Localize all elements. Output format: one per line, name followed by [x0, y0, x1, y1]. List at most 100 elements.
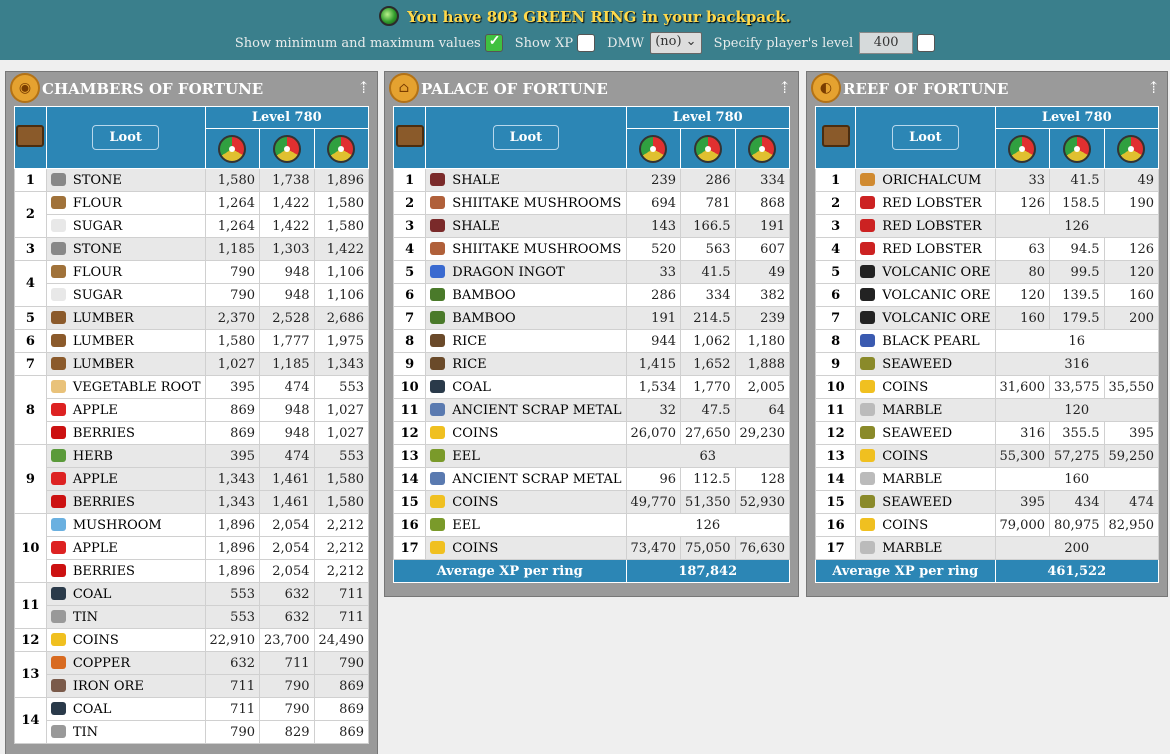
item-cell[interactable]: APPLE	[45, 467, 206, 491]
max-value: 869	[313, 720, 369, 744]
avg-value: 112.5	[680, 467, 736, 491]
item-cell[interactable]: VOLCANIC ORE	[855, 283, 996, 307]
item-cell[interactable]: EEL	[425, 444, 627, 468]
item-cell[interactable]: ORICHALCUM	[855, 168, 996, 192]
item-cell[interactable]: IRON ORE	[45, 674, 206, 698]
level-label: Specify player's level	[713, 35, 854, 51]
avg-value: 1,777	[259, 329, 315, 353]
item-cell[interactable]: SHIITAKE MUSHROOMS	[425, 191, 627, 215]
item-cell[interactable]: BERRIES	[45, 490, 206, 514]
table-row: 6 VOLCANIC ORE 120 139.5 160	[814, 283, 1159, 307]
max-value: 790	[313, 651, 369, 675]
loot-button[interactable]: Loot	[492, 125, 560, 150]
show-minmax-checkbox[interactable]	[484, 33, 503, 52]
item-cell[interactable]: MUSHROOM	[45, 513, 206, 537]
item-cell[interactable]: COINS	[855, 513, 996, 537]
item-cell[interactable]: VOLCANIC ORE	[855, 260, 996, 284]
item-icon	[430, 517, 446, 531]
item-cell[interactable]: SEAWEED	[855, 490, 996, 514]
item-icon	[860, 517, 876, 531]
min-value: 126	[994, 191, 1050, 215]
item-cell[interactable]: RED LOBSTER	[855, 237, 996, 261]
item-cell[interactable]: LUMBER	[45, 352, 206, 376]
item-cell[interactable]: ANCIENT SCRAP METAL	[425, 398, 627, 422]
max-value: 1,422	[313, 237, 369, 261]
item-cell[interactable]: FLOUR	[45, 260, 206, 284]
item-cell[interactable]: COAL	[45, 697, 206, 721]
item-cell[interactable]: COINS	[855, 375, 996, 399]
item-name: EEL	[452, 448, 480, 464]
item-name: COINS	[882, 448, 929, 464]
pin-icon[interactable]: ⇡	[1147, 80, 1160, 96]
loot-button[interactable]: Loot	[92, 125, 159, 150]
item-cell[interactable]: APPLE	[45, 536, 206, 560]
gauge-max-icon	[1117, 134, 1146, 163]
item-cell[interactable]: SEAWEED	[855, 352, 996, 376]
avg-value: 94.5	[1049, 237, 1105, 261]
gauge-avg-icon	[272, 134, 301, 163]
item-cell[interactable]: BAMBOO	[425, 306, 627, 330]
dmw-select[interactable]: (no) ⌄	[650, 32, 702, 54]
item-cell[interactable]: SHIITAKE MUSHROOMS	[425, 237, 627, 261]
item-cell[interactable]: SHALE	[425, 214, 627, 238]
item-cell[interactable]: HERB	[45, 444, 206, 468]
item-cell[interactable]: COINS	[425, 421, 627, 445]
level-checkbox[interactable]	[917, 34, 936, 52]
table-row: 11 ANCIENT SCRAP METAL 32 47.5 64	[392, 398, 790, 422]
item-cell[interactable]: SUGAR	[45, 283, 206, 307]
item-cell[interactable]: COAL	[425, 375, 627, 399]
item-cell[interactable]: TIN	[45, 720, 206, 744]
min-value: 63	[994, 237, 1050, 261]
chevron-down-icon: ⌄	[685, 34, 697, 49]
item-name: STONE	[72, 172, 122, 188]
item-cell[interactable]: FLOUR	[45, 191, 206, 215]
item-cell[interactable]: MARBLE	[855, 398, 996, 422]
item-cell[interactable]: APPLE	[45, 398, 206, 422]
item-cell[interactable]: VOLCANIC ORE	[855, 306, 996, 330]
min-value: 790	[204, 720, 260, 744]
avg-value: 1,770	[680, 375, 736, 399]
item-cell[interactable]: RED LOBSTER	[855, 214, 996, 238]
item-cell[interactable]: RICE	[425, 329, 627, 353]
item-cell[interactable]: COINS	[425, 490, 627, 514]
item-cell[interactable]: COINS	[45, 628, 206, 652]
item-cell[interactable]: TIN	[45, 605, 206, 629]
item-cell[interactable]: MARBLE	[855, 536, 996, 560]
show-xp-checkbox[interactable]	[577, 34, 596, 52]
item-cell[interactable]: COINS	[425, 536, 627, 560]
pin-icon[interactable]: ⇡	[357, 80, 370, 96]
item-cell[interactable]: SEAWEED	[855, 421, 996, 445]
item-cell[interactable]: STONE	[45, 237, 206, 261]
item-cell[interactable]: COINS	[855, 444, 996, 468]
max-value: 382	[734, 283, 790, 307]
item-name: SEAWEED	[882, 425, 953, 441]
item-cell[interactable]: VEGETABLE ROOT	[45, 375, 206, 399]
item-cell[interactable]: LUMBER	[45, 306, 206, 330]
item-cell[interactable]: BERRIES	[45, 421, 206, 445]
item-cell[interactable]: COPPER	[45, 651, 206, 675]
fixed-value: 126	[625, 513, 790, 537]
level-input[interactable]: 400	[859, 32, 914, 54]
item-cell[interactable]: SUGAR	[45, 214, 206, 238]
pin-icon[interactable]: ⇡	[778, 80, 791, 96]
item-cell[interactable]: BERRIES	[45, 559, 206, 583]
item-cell[interactable]: BAMBOO	[425, 283, 627, 307]
min-value: 1,580	[204, 329, 260, 353]
loot-button[interactable]: Loot	[892, 125, 959, 150]
item-cell[interactable]: EEL	[425, 513, 627, 537]
item-cell[interactable]: MARBLE	[855, 467, 996, 491]
item-cell[interactable]: SHALE	[425, 168, 627, 192]
item-cell[interactable]: STONE	[45, 168, 206, 192]
item-cell[interactable]: COAL	[45, 582, 206, 606]
item-cell[interactable]: RED LOBSTER	[855, 191, 996, 215]
item-name: BAMBOO	[452, 287, 516, 303]
chest-header	[814, 106, 857, 169]
item-cell[interactable]: DRAGON INGOT	[425, 260, 627, 284]
min-value: 160	[994, 306, 1050, 330]
max-value: 24,490	[313, 628, 369, 652]
table-row: 4 FLOUR 790 948 1,106	[14, 260, 369, 307]
item-cell[interactable]: LUMBER	[45, 329, 206, 353]
item-cell[interactable]: BLACK PEARL	[855, 329, 996, 353]
item-cell[interactable]: ANCIENT SCRAP METAL	[425, 467, 627, 491]
item-cell[interactable]: RICE	[425, 352, 627, 376]
